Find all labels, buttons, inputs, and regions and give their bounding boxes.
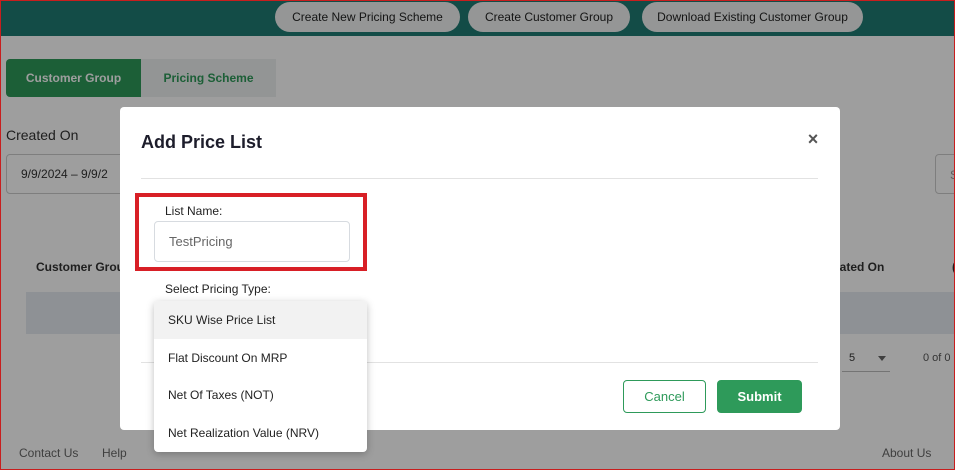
header-divider <box>141 178 818 179</box>
pricing-type-label: Select Pricing Type: <box>165 282 271 296</box>
modal-title: Add Price List <box>141 132 263 152</box>
close-icon[interactable]: × <box>805 129 821 149</box>
dropdown-option-net-realization[interactable]: Net Realization Value (NRV) <box>154 414 367 452</box>
cancel-button[interactable]: Cancel <box>623 380 706 413</box>
dropdown-option-sku-wise[interactable]: SKU Wise Price List <box>154 301 367 339</box>
list-name-input[interactable]: TestPricing <box>154 221 350 262</box>
app-page: Create New Pricing Scheme Create Custome… <box>0 0 955 470</box>
list-name-label: List Name: <box>165 204 223 218</box>
pricing-type-dropdown: SKU Wise Price List Flat Discount On MRP… <box>154 301 367 452</box>
dropdown-option-net-of-taxes[interactable]: Net Of Taxes (NOT) <box>154 376 367 414</box>
dropdown-option-flat-discount[interactable]: Flat Discount On MRP <box>154 339 367 377</box>
submit-button[interactable]: Submit <box>717 380 802 413</box>
